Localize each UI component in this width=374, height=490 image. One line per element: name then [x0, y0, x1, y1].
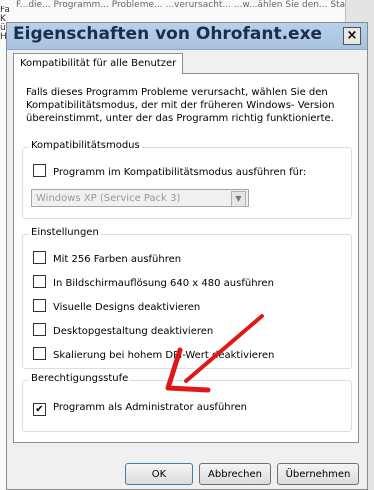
compat-mode-select[interactable]: Windows XP (Service Pack 3) ▼: [31, 189, 249, 207]
close-icon[interactable]: ×: [343, 27, 361, 45]
privilege-level-group-label: Berechtigungsstufe: [29, 373, 131, 384]
tab-panel: Falls dieses Programm Probleme verursach…: [13, 73, 359, 443]
chevron-down-icon[interactable]: ▼: [231, 191, 246, 207]
ok-button[interactable]: OK: [125, 463, 193, 485]
checkbox-checked-box[interactable]: ✔: [33, 403, 46, 416]
checkbox-label: Visuelle Designs deaktivieren: [53, 302, 201, 313]
compat-mode-group: Kompatibilitätsmodus Programm im Kompati…: [22, 140, 352, 219]
checkbox-label: Mit 256 Farben ausführen: [53, 254, 182, 265]
checkbox-desktop-composition[interactable]: Desktopgestaltung deaktivieren: [33, 323, 213, 337]
checkbox-label: In Bildschirmauflösung 640 x 480 ausführ…: [53, 278, 274, 289]
checkbox-640x480[interactable]: In Bildschirmauflösung 640 x 480 ausführ…: [33, 275, 274, 289]
cancel-button[interactable]: Abbrechen: [199, 463, 271, 485]
privilege-level-group: Berechtigungsstufe ✔ Programm als Adminis…: [22, 373, 352, 432]
checkbox-box[interactable]: [33, 347, 46, 360]
checkbox-visual-designs[interactable]: Visuelle Designs deaktivieren: [33, 299, 200, 313]
run-as-admin-label: Programm als Administrator ausführen: [53, 402, 248, 413]
compat-mode-checkbox-label: Programm im Kompatibilitätsmodus ausführ…: [53, 167, 307, 178]
checkbox-box[interactable]: [33, 323, 46, 336]
compatibility-description: Falls dieses Programm Probleme verursach…: [26, 87, 335, 124]
settings-group-label: Einstellungen: [29, 227, 101, 238]
compat-mode-select-value: Windows XP (Service Pack 3): [36, 193, 181, 204]
background-window-text: F...die... Programm... Probleme... ...ve…: [16, 0, 346, 10]
checkbox-label: Desktopgestaltung deaktivieren: [53, 326, 214, 337]
checkbox-box[interactable]: [33, 164, 46, 177]
checkbox-label: Skalierung bei hohem DPI-Wert deaktivier…: [53, 350, 275, 361]
properties-dialog: Eigenschaften von Ohrofant.exe × Kompati…: [6, 22, 368, 490]
compat-mode-group-label: Kompatibilitätsmodus: [29, 140, 142, 151]
checkbox-box[interactable]: [33, 251, 46, 264]
dialog-titlebar: Eigenschaften von Ohrofant.exe ×: [7, 23, 367, 50]
checkbox-dpi-scaling[interactable]: Skalierung bei hohem DPI-Wert deaktivier…: [33, 347, 274, 361]
apply-button[interactable]: Übernehmen: [277, 463, 359, 485]
checkbox-256-colors[interactable]: Mit 256 Farben ausführen: [33, 251, 181, 265]
dialog-title: Eigenschaften von Ohrofant.exe: [13, 24, 323, 44]
tab-compatibility-all-users[interactable]: Kompatibilität für alle Benutzer: [13, 53, 184, 74]
checkbox-box[interactable]: [33, 299, 46, 312]
settings-group: Einstellungen Mit 256 Farben ausführen I…: [22, 227, 352, 369]
compat-mode-checkbox[interactable]: Programm im Kompatibilitätsmodus ausführ…: [33, 164, 306, 178]
checkbox-box[interactable]: [33, 275, 46, 288]
run-as-admin-checkbox[interactable]: ✔ Programm als Administrator ausführen: [33, 402, 247, 416]
